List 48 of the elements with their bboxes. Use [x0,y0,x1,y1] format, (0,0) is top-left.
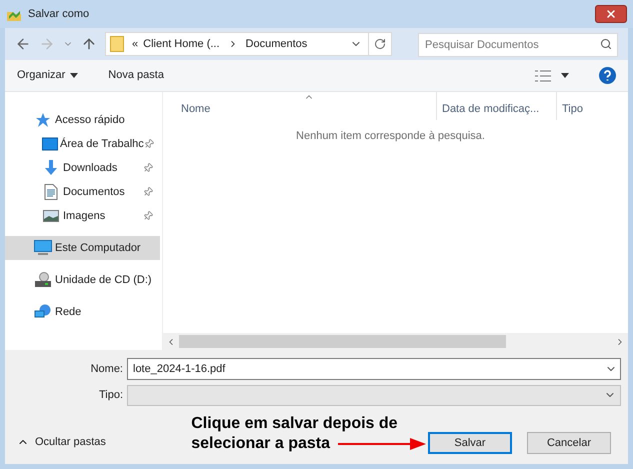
help-icon[interactable] [599,67,616,84]
refresh-icon[interactable] [374,38,386,50]
instruction-note: Clique em salvar depois de [191,414,399,434]
nav-item[interactable]: Este Computador [5,236,160,260]
nav-item[interactable]: Downloads [5,156,160,180]
monitor-icon [34,240,52,256]
desktop-icon [42,137,58,151]
type-label: Tipo: [98,388,124,403]
name-label: Nome: [90,362,124,377]
folder-icon [110,36,124,52]
file-name-field[interactable]: lote_2024-1-16.pdf [127,358,621,380]
hide-folders-button[interactable]: Ocultar pastas [17,434,106,450]
nav-item[interactable]: Imagens [5,204,160,228]
breadcrumb[interactable]: Documentos [246,36,308,52]
view-options-icon[interactable] [535,70,551,82]
new-folder-button[interactable]: Nova pasta [108,67,164,84]
search-icon[interactable] [600,38,612,50]
document-icon [44,184,58,200]
column-header[interactable]: Tipo [556,92,628,120]
close-button[interactable] [595,5,627,23]
address-bar[interactable]: « Client Home (... Documentos [105,32,392,56]
up-icon[interactable] [81,36,97,52]
download-arrow-icon [43,160,59,176]
image-icon [43,210,59,222]
close-icon [605,8,617,20]
dropdown-icon[interactable] [561,73,569,78]
dropdown-icon[interactable] [70,73,78,78]
disc-drive-icon [34,272,52,288]
save-button[interactable]: Salvar [428,432,512,454]
network-icon [34,304,52,320]
cancel-button[interactable]: Cancelar [527,432,611,454]
nav-item[interactable]: Rede [5,300,160,324]
instruction-note: selecionar a pasta [191,434,330,454]
empty-message: Nenhum item corresponde à pesquisa. [295,129,486,144]
window-title: Salvar como [28,6,90,22]
star-icon [35,112,51,128]
back-icon[interactable] [15,36,31,52]
organize-button[interactable]: Organizar [17,67,78,84]
nav-item[interactable]: Documentos [5,180,160,204]
search-field[interactable]: Pesquisar Documentos [418,33,618,57]
nav-item[interactable]: Acesso rápido [5,108,160,132]
overflow-marker[interactable]: « [132,36,138,52]
column-header[interactable]: Data de modificaç... [436,92,556,120]
nav-item[interactable]: Área de Trabalhc [5,132,160,156]
horizontal-scrollbar[interactable] [163,333,628,350]
nav-item[interactable]: Unidade de CD (D:) [5,268,160,292]
column-header[interactable]: Nome [163,92,436,120]
breadcrumb[interactable]: Client Home (... [143,36,220,52]
